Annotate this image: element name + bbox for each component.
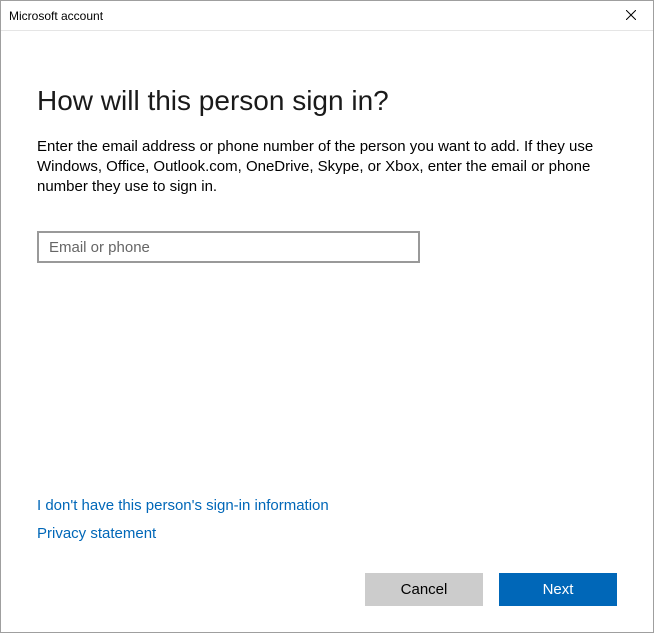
privacy-statement-link[interactable]: Privacy statement bbox=[37, 525, 156, 542]
close-icon bbox=[626, 9, 636, 23]
next-button[interactable]: Next bbox=[499, 573, 617, 606]
titlebar: Microsoft account bbox=[1, 1, 653, 31]
content-area: How will this person sign in? Enter the … bbox=[1, 31, 653, 632]
page-heading: How will this person sign in? bbox=[37, 85, 617, 117]
no-signin-info-link[interactable]: I don't have this person's sign-in infor… bbox=[37, 497, 329, 514]
close-button[interactable] bbox=[608, 1, 653, 30]
spacer bbox=[37, 263, 617, 497]
instructions-text: Enter the email address or phone number … bbox=[37, 137, 597, 197]
dialog-window: Microsoft account How will this person s… bbox=[0, 0, 654, 633]
window-title: Microsoft account bbox=[9, 1, 103, 31]
button-row: Cancel Next bbox=[37, 573, 617, 606]
cancel-button[interactable]: Cancel bbox=[365, 573, 483, 606]
email-or-phone-input[interactable] bbox=[37, 231, 420, 263]
